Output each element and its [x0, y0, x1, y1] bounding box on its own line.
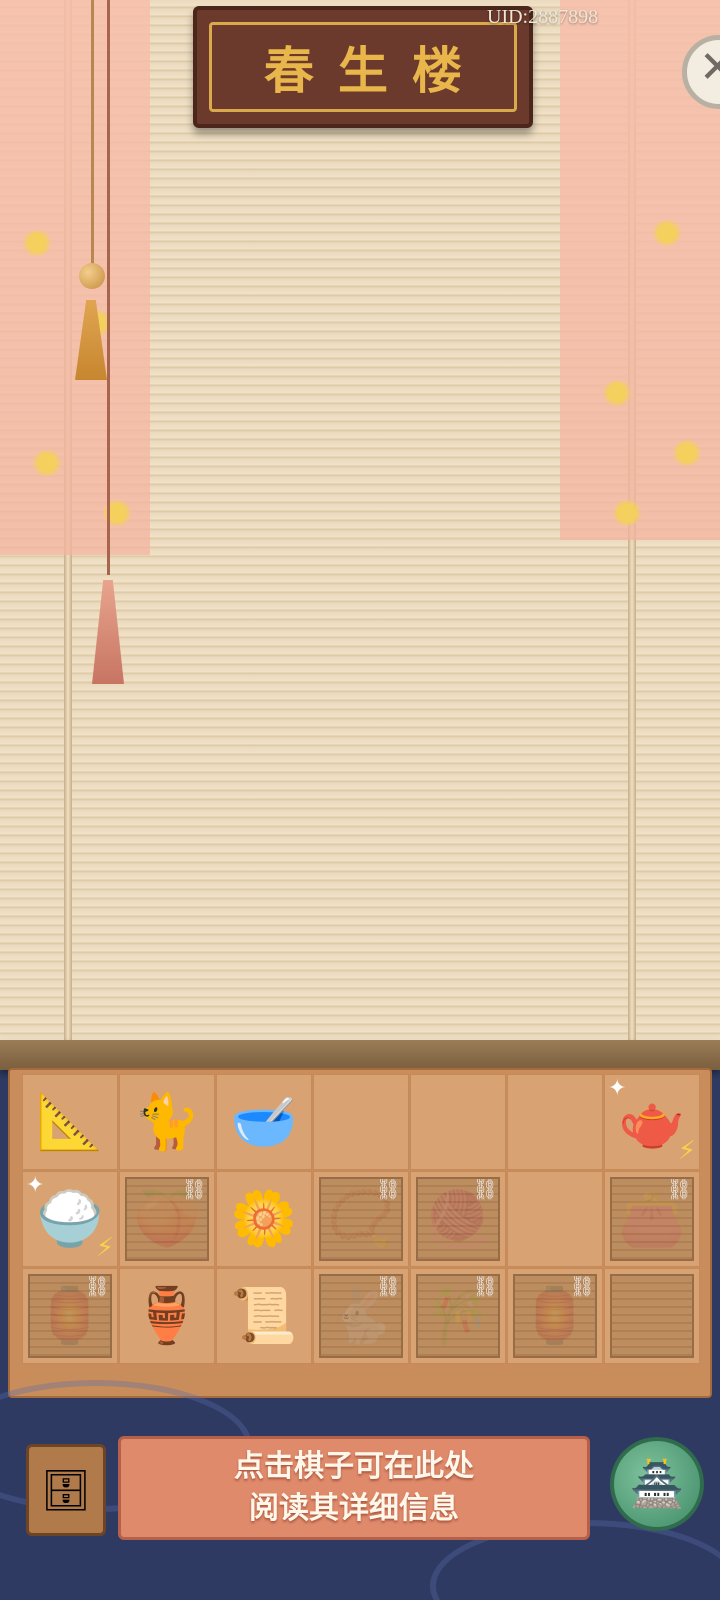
sparkle-icon: ✦: [26, 1173, 45, 1198]
chain-icon: ⛓: [569, 1274, 595, 1298]
board-cell[interactable]: 👛⛓: [604, 1171, 700, 1267]
board-cell[interactable]: 🏮⛓: [507, 1268, 603, 1364]
tea-pot-item[interactable]: 🫖: [618, 1095, 685, 1149]
porcelain-bowl-item[interactable]: 🏺: [133, 1289, 200, 1343]
board-cell[interactable]: [604, 1268, 700, 1364]
cabinet-icon[interactable]: 🗄: [26, 1444, 106, 1536]
board-cell[interactable]: 🥣: [216, 1074, 312, 1170]
board-cell[interactable]: 🍚 ✦ ⚡: [22, 1171, 118, 1267]
board-cell[interactable]: 🐈: [119, 1074, 215, 1170]
chain-icon: ⛓: [666, 1177, 692, 1201]
info-text-line1: 点击棋子可在此处: [234, 1449, 474, 1484]
pavilion-glyph: 🏯: [629, 1459, 685, 1510]
board-cell[interactable]: 🐇⛓: [313, 1268, 409, 1364]
cat-item[interactable]: 🐈: [133, 1095, 200, 1149]
cotton-item[interactable]: 🌼: [230, 1192, 297, 1246]
left-curtain: [0, 0, 150, 555]
board-cell[interactable]: 📐: [22, 1074, 118, 1170]
board-cell[interactable]: 🍑⛓: [119, 1171, 215, 1267]
blind-bottom-rail: [0, 1040, 720, 1070]
board-cell[interactable]: 🧶⛓: [410, 1171, 506, 1267]
board-cell[interactable]: [507, 1171, 603, 1267]
board-cell[interactable]: 🏮⛓: [22, 1268, 118, 1364]
board-grid: 📐🐈🥣🫖✦⚡🍚✦⚡🍑⛓🌼📿⛓🧶⛓👛⛓🏮⛓🏺📜🐇⛓🎋⛓🏮⛓: [22, 1074, 700, 1364]
lock-overlay: [610, 1274, 694, 1358]
chain-icon: ⛓: [472, 1177, 498, 1201]
info-text-line2: 阅读其详细信息: [249, 1491, 459, 1526]
board-cell[interactable]: [410, 1074, 506, 1170]
lightning-icon: ⚡: [95, 1233, 114, 1263]
ruler-brush-item[interactable]: 📐: [36, 1095, 103, 1149]
cord: [91, 0, 94, 270]
chain-icon: ⛓: [181, 1177, 207, 1201]
close-icon: ✕: [699, 42, 720, 93]
board-cell[interactable]: 📜: [216, 1268, 312, 1364]
porridge-bowl-item[interactable]: 🥣: [230, 1095, 297, 1149]
chain-icon: ⛓: [375, 1274, 401, 1298]
board-cell[interactable]: 🏺: [119, 1268, 215, 1364]
board-cell[interactable]: [313, 1074, 409, 1170]
game-screen: 春生楼 UID:2887898 ✕ 📐🐈🥣🫖✦⚡🍚✦⚡🍑⛓🌼📿⛓🧶⛓👛⛓🏮⛓🏺📜…: [0, 0, 720, 1600]
lightning-icon: ⚡: [677, 1136, 696, 1166]
sign-title: 春生楼: [264, 41, 486, 100]
uid-label: UID:2887898: [487, 6, 599, 28]
signboard: 春生楼: [193, 6, 533, 128]
chain-icon: ⛓: [375, 1177, 401, 1201]
item-info-panel: 点击棋子可在此处 阅读其详细信息: [118, 1436, 590, 1540]
sparkle-icon: ✦: [608, 1076, 627, 1101]
chain-icon: ⛓: [472, 1274, 498, 1298]
chain-icon: ⛓: [84, 1274, 110, 1298]
cabinet-glyph: 🗄: [40, 1467, 92, 1514]
board-cell[interactable]: 📿⛓: [313, 1171, 409, 1267]
cord-bead: [79, 263, 105, 289]
board-cell[interactable]: [507, 1074, 603, 1170]
board-cell[interactable]: 🎋⛓: [410, 1268, 506, 1364]
board-cell[interactable]: 🌼: [216, 1171, 312, 1267]
scroll-brush-item[interactable]: 📜: [230, 1289, 297, 1343]
merge-board: 📐🐈🥣🫖✦⚡🍚✦⚡🍑⛓🌼📿⛓🧶⛓👛⛓🏮⛓🏺📜🐇⛓🎋⛓🏮⛓: [8, 1068, 712, 1398]
pavilion-icon[interactable]: 🏯: [610, 1437, 704, 1531]
cord: [107, 0, 110, 575]
rice-bucket-item[interactable]: 🍚: [36, 1192, 103, 1246]
board-cell[interactable]: 🫖 ✦ ⚡: [604, 1074, 700, 1170]
